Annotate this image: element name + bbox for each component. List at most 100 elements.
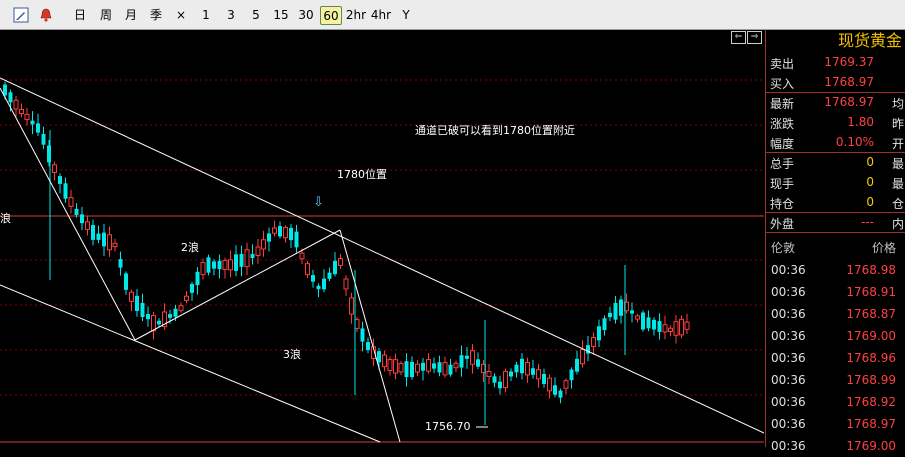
candle-body bbox=[453, 362, 459, 369]
candle-body bbox=[228, 259, 233, 271]
trade-time: 00:36 bbox=[771, 351, 806, 365]
quote-value: 0 bbox=[866, 175, 874, 189]
quote-label-right: 最 bbox=[892, 177, 905, 191]
divider bbox=[766, 232, 905, 233]
candle-body bbox=[509, 371, 513, 377]
period-button[interactable]: 5 bbox=[250, 6, 262, 25]
candle-body bbox=[85, 221, 90, 230]
candle-body bbox=[311, 275, 315, 282]
scroll-left-icon[interactable]: ⇐ bbox=[731, 31, 746, 44]
scroll-right-icon[interactable]: ⇒ bbox=[747, 31, 762, 44]
quote-row: 持仓 0 仓 bbox=[766, 192, 905, 212]
trade-row: 00:36 1768.98 bbox=[766, 259, 905, 281]
candle-body bbox=[377, 351, 381, 363]
period-button[interactable]: 周 bbox=[99, 6, 113, 25]
trade-price: 1769.00 bbox=[846, 439, 896, 453]
trade-time: 00:36 bbox=[771, 439, 806, 453]
candle-body bbox=[652, 319, 656, 330]
period-button[interactable]: 2hr bbox=[345, 6, 367, 25]
period-button[interactable]: Y bbox=[400, 6, 412, 25]
quote-value: --- bbox=[861, 215, 874, 229]
candle-body bbox=[580, 349, 585, 365]
quote-value: 1.80 bbox=[847, 115, 874, 129]
candle-body bbox=[102, 232, 106, 247]
candle-body bbox=[173, 308, 178, 317]
quote-value: 1768.97 bbox=[824, 95, 874, 109]
candle-body bbox=[333, 260, 337, 275]
annotation-channel-note: 通道已破可以看到1780位置附近 bbox=[415, 123, 575, 137]
period-button[interactable]: 60 bbox=[320, 6, 342, 25]
candle-body bbox=[96, 233, 101, 240]
quote-label: 总手 bbox=[770, 157, 795, 171]
candle-body bbox=[547, 377, 552, 392]
candle-body bbox=[486, 370, 492, 378]
candle-body bbox=[80, 214, 84, 224]
candle-body bbox=[124, 273, 128, 290]
channel-lower-line bbox=[0, 284, 381, 443]
candle-body bbox=[190, 283, 194, 293]
period-button[interactable]: 1 bbox=[200, 6, 212, 25]
candle-body bbox=[657, 321, 662, 332]
candle-body bbox=[41, 133, 46, 145]
period-button[interactable]: 4hr bbox=[370, 6, 392, 25]
candle-body bbox=[613, 302, 618, 320]
quote-label: 幅度 bbox=[770, 137, 795, 151]
period-button[interactable]: 日 bbox=[73, 6, 87, 25]
period-button[interactable]: 月 bbox=[124, 6, 138, 25]
draw-pencil-icon[interactable] bbox=[12, 6, 30, 24]
candle-body bbox=[63, 183, 68, 199]
quote-row: 总手 0 最 bbox=[766, 152, 905, 172]
trade-row: 00:36 1769.00 bbox=[766, 325, 905, 347]
candle-body bbox=[19, 108, 24, 115]
candle-body bbox=[316, 285, 321, 290]
trade-price: 1768.87 bbox=[846, 307, 896, 321]
trade-row: 00:36 1768.99 bbox=[766, 369, 905, 391]
period-button[interactable]: × bbox=[175, 6, 187, 25]
candle-body bbox=[195, 271, 200, 286]
candle-body bbox=[668, 327, 673, 332]
period-button[interactable]: 3 bbox=[225, 6, 237, 25]
period-button[interactable]: 15 bbox=[272, 6, 290, 25]
candlestick-chart[interactable]: 通道已破可以看到1780位置附近 1780位置 ⇩ 2浪 3浪 浪 1756.70 bbox=[0, 30, 764, 447]
quote-value: 1768.97 bbox=[824, 75, 874, 89]
wave-line bbox=[339, 229, 401, 443]
trade-row: 00:36 1768.87 bbox=[766, 303, 905, 325]
quote-row: 最新 1768.97 均 bbox=[766, 92, 905, 112]
quote-row: 外盘 --- 内 bbox=[766, 212, 905, 232]
trade-time: 00:36 bbox=[771, 307, 806, 321]
alarm-bell-icon[interactable] bbox=[37, 6, 55, 24]
candle-body bbox=[261, 239, 266, 250]
candle-body bbox=[575, 358, 579, 372]
trade-header-price: 价格 bbox=[871, 241, 896, 255]
candle-body bbox=[349, 297, 354, 315]
candle-body bbox=[91, 225, 95, 240]
candle-body bbox=[305, 263, 310, 276]
candle-body bbox=[531, 368, 535, 375]
quote-label: 持仓 bbox=[770, 197, 795, 211]
candle-body bbox=[415, 363, 420, 373]
candle-body bbox=[151, 315, 156, 332]
candle-body bbox=[250, 253, 255, 259]
candle-body bbox=[382, 354, 387, 368]
trade-time: 00:36 bbox=[771, 417, 806, 431]
trade-price: 1768.96 bbox=[846, 351, 896, 365]
candle-body bbox=[542, 374, 546, 384]
candle-body bbox=[558, 390, 563, 398]
candle-body bbox=[470, 350, 475, 365]
annotation-wave-2: 2浪 bbox=[181, 240, 199, 254]
trade-price: 1768.97 bbox=[846, 417, 896, 431]
candle-body bbox=[520, 358, 524, 374]
candle-body bbox=[13, 99, 19, 110]
candle-body bbox=[662, 324, 668, 333]
quote-label: 最新 bbox=[770, 97, 795, 111]
candle-body bbox=[30, 120, 35, 125]
candle-body bbox=[283, 227, 288, 239]
quote-row: 幅度 0.10% 开 bbox=[766, 132, 905, 152]
period-button[interactable]: 30 bbox=[297, 6, 315, 25]
quote-label-right: 仓 bbox=[892, 197, 905, 211]
period-button[interactable]: 季 bbox=[149, 6, 163, 25]
annotation-low-price: 1756.70 bbox=[425, 420, 471, 433]
candle-body bbox=[465, 355, 469, 359]
candle-body bbox=[432, 363, 436, 369]
candle-body bbox=[184, 295, 189, 301]
